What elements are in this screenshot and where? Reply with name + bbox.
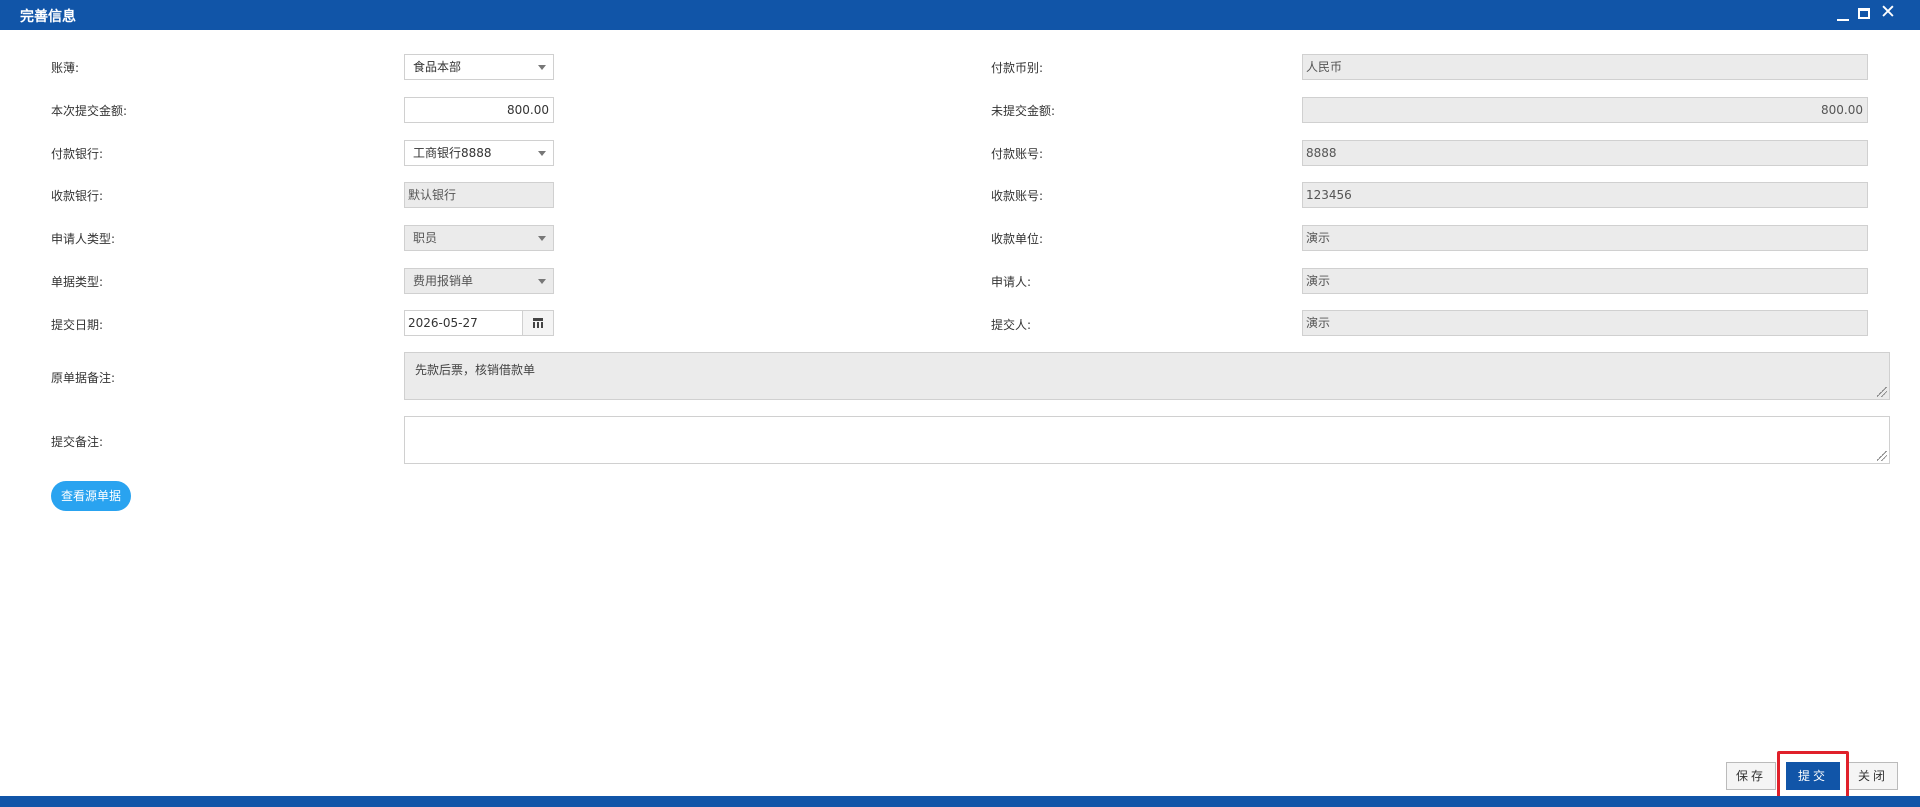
- submit-amount-input[interactable]: 800.00: [404, 97, 554, 123]
- unsubmitted-amount-label: 未提交金额:: [991, 104, 1056, 118]
- unsubmitted-amount-field: 800.00: [1302, 97, 1868, 123]
- doc-type-value: 费用报销单: [413, 274, 474, 288]
- applicant-type-select[interactable]: 职员: [404, 225, 554, 251]
- ledger-value: 食品本部: [413, 60, 462, 74]
- submitter-label: 提交人:: [991, 318, 1032, 332]
- pay-bank-label: 付款银行:: [51, 147, 104, 161]
- original-remark-textarea: 先款后票，核销借款单: [404, 352, 1890, 400]
- close-icon[interactable]: ✕: [1880, 2, 1896, 22]
- receive-bank-field: 默认银行: [404, 182, 554, 208]
- chevron-down-icon: [538, 236, 546, 241]
- pay-bank-select[interactable]: 工商银行8888: [404, 140, 554, 166]
- bottom-bar: [0, 796, 1920, 807]
- applicant-label: 申请人:: [991, 275, 1032, 289]
- submit-date-value: 2026-05-27: [408, 316, 478, 330]
- maximize-icon[interactable]: [1858, 8, 1870, 19]
- doc-type-label: 单据类型:: [51, 275, 104, 289]
- title-bar: 完善信息 ✕: [0, 0, 1920, 30]
- payee-unit-label: 收款单位:: [991, 232, 1044, 246]
- ledger-label: 账薄:: [51, 61, 80, 75]
- submit-remark-textarea[interactable]: [404, 416, 1890, 464]
- receive-bank-label: 收款银行:: [51, 189, 104, 203]
- save-button[interactable]: 保存: [1726, 762, 1776, 790]
- chevron-down-icon: [538, 151, 546, 156]
- window-title: 完善信息: [20, 9, 76, 25]
- view-source-document-button[interactable]: 查看源单据: [51, 481, 131, 511]
- pay-account-field: 8888: [1302, 140, 1868, 166]
- submit-remark-label: 提交备注:: [51, 435, 104, 449]
- date-picker-button[interactable]: [522, 311, 553, 335]
- submitter-field: 演示: [1302, 310, 1868, 336]
- currency-label: 付款币别:: [991, 61, 1044, 75]
- original-remark-text: 先款后票，核销借款单: [415, 363, 536, 377]
- chevron-down-icon: [538, 65, 546, 70]
- original-remark-label: 原单据备注:: [51, 371, 116, 385]
- pay-bank-value: 工商银行8888: [413, 146, 492, 160]
- receive-account-field: 123456: [1302, 182, 1868, 208]
- chevron-down-icon: [538, 279, 546, 284]
- submit-date-input[interactable]: 2026-05-27: [404, 310, 554, 336]
- payee-unit-field: 演示: [1302, 225, 1868, 251]
- minimize-icon[interactable]: [1836, 4, 1850, 24]
- pay-account-label: 付款账号:: [991, 147, 1044, 161]
- receive-account-label: 收款账号:: [991, 189, 1044, 203]
- resize-grip-icon[interactable]: [1877, 387, 1887, 397]
- applicant-type-value: 职员: [413, 231, 438, 245]
- calendar-icon: [533, 318, 543, 328]
- currency-field: 人民币: [1302, 54, 1868, 80]
- ledger-select[interactable]: 食品本部: [404, 54, 554, 80]
- submit-date-label: 提交日期:: [51, 318, 104, 332]
- close-button[interactable]: 关闭: [1848, 762, 1898, 790]
- resize-grip-icon[interactable]: [1877, 451, 1887, 461]
- applicant-type-label: 申请人类型:: [51, 232, 116, 246]
- submit-amount-label: 本次提交金额:: [51, 104, 128, 118]
- doc-type-select[interactable]: 费用报销单: [404, 268, 554, 294]
- applicant-field: 演示: [1302, 268, 1868, 294]
